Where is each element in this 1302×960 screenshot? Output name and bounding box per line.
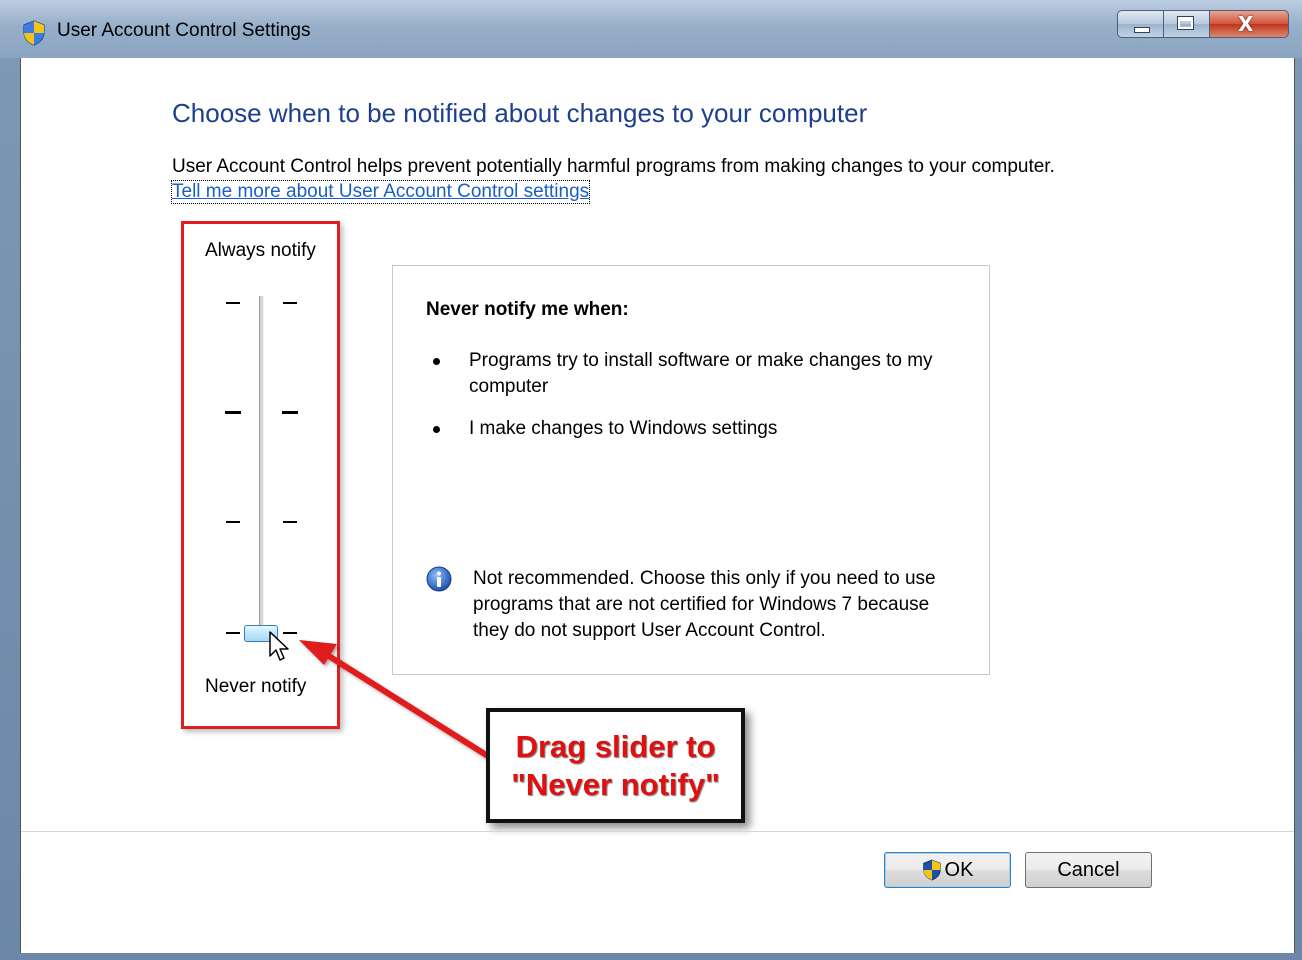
list-item: Programs try to install software or make… bbox=[469, 350, 933, 397]
close-button[interactable]: X bbox=[1209, 10, 1289, 38]
warning-note: Not recommended. Choose this only if you… bbox=[473, 568, 936, 641]
callout-line-1: Drag slider to bbox=[515, 729, 716, 764]
minimize-icon bbox=[1134, 27, 1150, 33]
slider-tick bbox=[283, 521, 297, 523]
slider-tick bbox=[226, 632, 240, 634]
slider-tick bbox=[283, 302, 297, 304]
slider-tick bbox=[226, 521, 240, 523]
slider-bottom-label: Never notify bbox=[205, 676, 307, 697]
page-title: Choose when to be notified about changes… bbox=[172, 98, 868, 128]
annotation-callout: Drag slider to "Never notify" bbox=[486, 708, 745, 823]
maximize-button[interactable] bbox=[1163, 10, 1209, 38]
dialog-content: Choose when to be notified about changes… bbox=[20, 58, 1295, 953]
notification-level-slider[interactable] bbox=[259, 296, 264, 636]
help-link[interactable]: Tell me more about User Account Control … bbox=[170, 180, 591, 204]
slider-tick bbox=[226, 302, 240, 304]
uac-shield-icon bbox=[922, 859, 941, 881]
info-icon bbox=[426, 566, 452, 592]
cancel-button[interactable]: Cancel bbox=[1025, 852, 1152, 888]
slider-tick bbox=[282, 411, 298, 414]
title-bar[interactable]: User Account Control Settings X bbox=[0, 0, 1302, 58]
ok-button-label: OK bbox=[944, 858, 974, 881]
window-controls: X bbox=[1117, 10, 1289, 38]
slider-top-label: Always notify bbox=[205, 240, 316, 261]
description-text: User Account Control helps prevent poten… bbox=[172, 156, 1055, 177]
bullet-icon bbox=[433, 358, 440, 365]
panel-title: Never notify me when: bbox=[426, 299, 629, 320]
level-description-panel: Never notify me when: Programs try to in… bbox=[392, 265, 990, 675]
ok-button[interactable]: OK bbox=[884, 852, 1011, 888]
window-title: User Account Control Settings bbox=[57, 20, 311, 41]
mouse-cursor-icon bbox=[269, 631, 289, 661]
maximize-icon bbox=[1177, 16, 1194, 30]
cancel-button-label: Cancel bbox=[1057, 858, 1120, 881]
slider-tick bbox=[225, 411, 241, 414]
minimize-button[interactable] bbox=[1117, 10, 1163, 38]
uac-settings-window: User Account Control Settings X Choose w… bbox=[0, 0, 1302, 960]
list-item: I make changes to Windows settings bbox=[469, 418, 778, 439]
bullet-icon bbox=[433, 426, 440, 433]
footer-divider bbox=[21, 831, 1294, 832]
close-icon: X bbox=[1238, 12, 1254, 36]
callout-line-2: "Never notify" bbox=[511, 767, 720, 802]
uac-shield-icon bbox=[23, 20, 45, 46]
